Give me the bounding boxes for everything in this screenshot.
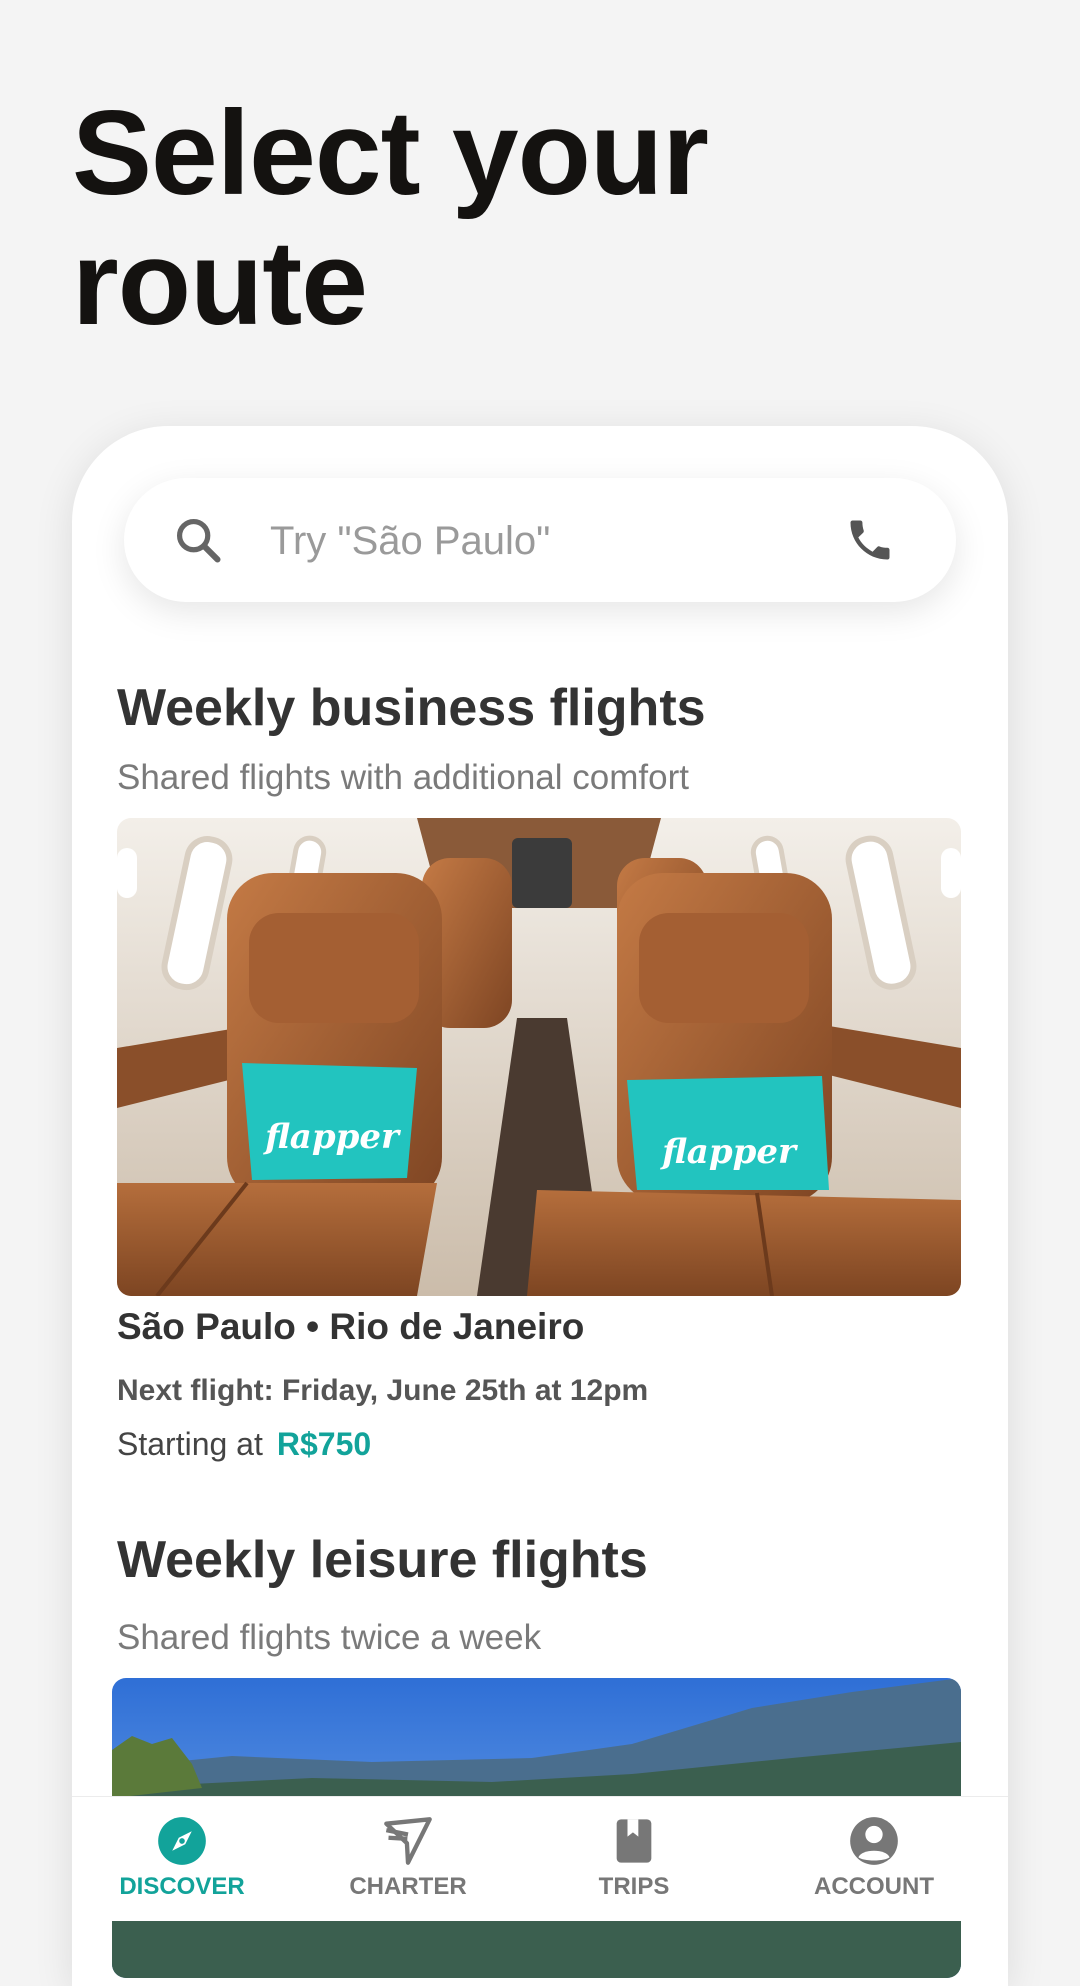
section-subtitle-business: Shared flights with additional comfort [117, 758, 689, 797]
search-input[interactable] [268, 504, 832, 578]
pillow-logo-right: flapper [659, 1132, 798, 1172]
search-icon[interactable] [172, 514, 224, 566]
business-flight-image[interactable]: flapper flapper [117, 818, 961, 1296]
nav-label-account: ACCOUNT [814, 1873, 934, 1900]
nav-label-trips: TRIPS [598, 1873, 670, 1900]
nav-charter[interactable]: CHARTER [298, 1797, 518, 1921]
section-subtitle-leisure: Shared flights twice a week [117, 1618, 542, 1657]
price-value: R$750 [276, 1426, 372, 1462]
nav-account[interactable]: ACCOUNT [764, 1797, 984, 1921]
bottom-navigation: DISCOVER CHARTER TRIPS ACCOUNT [72, 1796, 1008, 1921]
price-prefix: Starting at [117, 1426, 263, 1462]
route-name[interactable]: São Paulo • Rio de Janeiro [117, 1306, 584, 1348]
nav-label-discover: DISCOVER [119, 1873, 245, 1900]
routes-card: Weekly business flights Shared flights w… [72, 426, 1008, 1986]
section-title-business: Weekly business flights [117, 679, 706, 737]
nav-label-charter: CHARTER [349, 1873, 467, 1900]
jet-cabin-illustration: flapper flapper [117, 818, 961, 1296]
price-row: Starting at R$750 [117, 1426, 371, 1463]
next-flight-info: Next flight: Friday, June 25th at 12pm [117, 1374, 649, 1407]
account-icon [850, 1817, 898, 1865]
pillow-logo-left: flapper [262, 1117, 401, 1157]
compass-icon [158, 1817, 206, 1865]
nav-trips[interactable]: TRIPS [524, 1797, 744, 1921]
section-title-leisure: Weekly leisure flights [117, 1531, 648, 1589]
phone-icon[interactable] [844, 514, 896, 566]
nav-discover[interactable]: DISCOVER [72, 1797, 292, 1921]
plane-icon [384, 1817, 432, 1865]
book-icon [616, 1819, 652, 1863]
search-bar[interactable] [124, 478, 956, 602]
page-title: Select your route [72, 86, 709, 350]
